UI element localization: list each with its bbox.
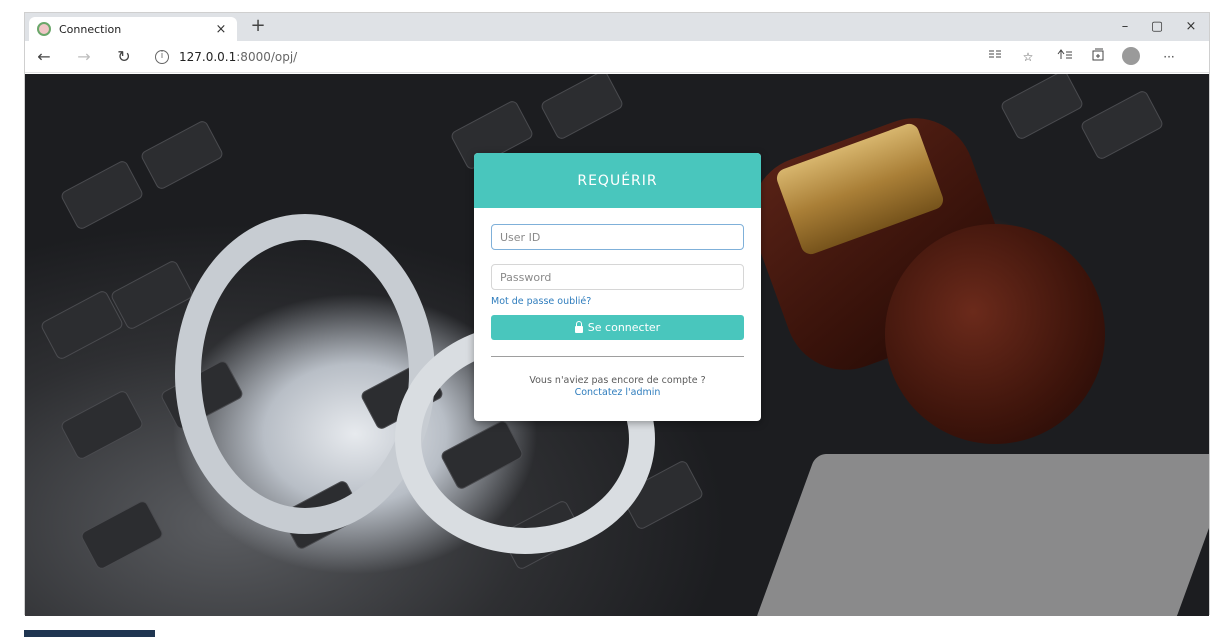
keyboard-key [59, 159, 145, 231]
keyboard-key [139, 119, 225, 191]
login-title: REQUÉRIR [577, 172, 658, 189]
divider [491, 356, 744, 357]
site-info-icon[interactable]: i [155, 50, 169, 64]
laptop-trackpad [754, 454, 1209, 616]
profile-icon[interactable] [1122, 47, 1140, 65]
lock-icon [574, 320, 583, 333]
browser-window: Connection × + – ▢ × ← → ↻ i 127.0.0.1:8… [24, 12, 1210, 616]
url-host: 127.0.0.1 [179, 50, 237, 64]
more-icon[interactable]: ··· [1159, 48, 1179, 66]
reader-icon[interactable] [985, 48, 1005, 66]
handcuff-ring [175, 214, 435, 534]
page-background: REQUÉRIR Mot de passe oublié? Se connect… [25, 74, 1209, 616]
favorites-list-icon[interactable] [1055, 48, 1075, 66]
close-window-button[interactable]: × [1177, 17, 1205, 37]
login-button[interactable]: Se connecter [491, 315, 744, 340]
login-card: REQUÉRIR Mot de passe oublié? Se connect… [474, 153, 761, 421]
contact-admin-link[interactable]: Conctatez l'admin [491, 387, 744, 398]
gavel-base [885, 224, 1105, 444]
site-favicon-icon [37, 22, 51, 36]
browser-toolbar: ← → ↻ i 127.0.0.1:8000/opj/ ☆ ··· [25, 41, 1209, 73]
minimize-button[interactable]: – [1111, 17, 1139, 37]
keyboard-key [539, 74, 625, 141]
user-id-input[interactable] [491, 224, 744, 250]
collections-icon[interactable] [1088, 48, 1108, 66]
url-path: :8000/opj/ [236, 50, 298, 64]
login-header: REQUÉRIR [474, 153, 761, 208]
tab-connection[interactable]: Connection × [29, 17, 237, 41]
keyboard-key [59, 389, 145, 461]
maximize-button[interactable]: ▢ [1143, 17, 1171, 37]
password-input[interactable] [491, 264, 744, 290]
taskbar-strip [24, 630, 155, 637]
login-button-label: Se connecter [587, 321, 661, 334]
tab-strip: Connection × + – ▢ × [25, 13, 1209, 41]
address-bar[interactable]: i 127.0.0.1:8000/opj/ [155, 45, 925, 69]
refresh-button[interactable]: ↻ [113, 47, 135, 67]
tab-title: Connection [59, 22, 122, 36]
close-tab-icon[interactable]: × [213, 22, 229, 37]
login-form: Mot de passe oublié? Se connecter Vous n… [474, 208, 761, 398]
no-account-text: Vous n'aviez pas encore de compte ? [529, 375, 706, 386]
url-text[interactable]: 127.0.0.1:8000/opj/ [179, 50, 297, 64]
keyboard-key [999, 74, 1085, 141]
forgot-password-link[interactable]: Mot de passe oublié? [491, 296, 744, 307]
favorite-star-icon[interactable]: ☆ [1018, 48, 1038, 66]
back-button[interactable]: ← [33, 47, 55, 67]
new-tab-button[interactable]: + [247, 17, 269, 37]
keyboard-key [79, 499, 165, 571]
keyboard-key [1079, 89, 1165, 161]
forward-button[interactable]: → [73, 47, 95, 67]
